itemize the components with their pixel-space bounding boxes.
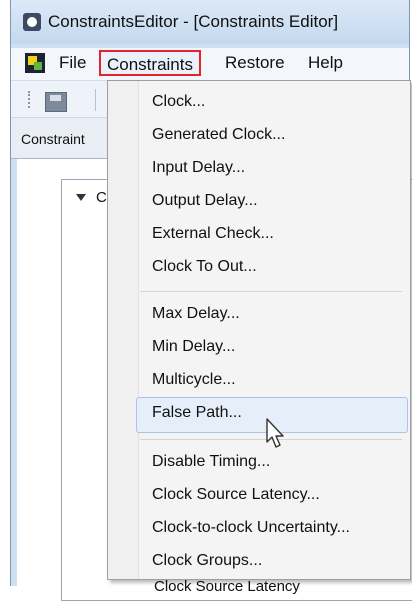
toolbar-grip[interactable] [28, 91, 33, 108]
menu-item-disable-timing[interactable]: Disable Timing... [152, 453, 270, 471]
menu-item-output-delay[interactable]: Output Delay... [152, 192, 258, 210]
menu-constraints[interactable]: Constraints [99, 50, 201, 76]
app-icon[interactable] [23, 13, 41, 31]
menu-item-clock[interactable]: Clock... [152, 93, 205, 111]
menu-item-clock-groups[interactable]: Clock Groups... [152, 552, 262, 570]
title-bar[interactable]: ConstraintsEditor - [Constraints Editor] [11, 0, 409, 44]
menu-item-clock-to-clock-uncertainty[interactable]: Clock-to-clock Uncertainty... [152, 519, 350, 537]
menu-item-clock-to-out[interactable]: Clock To Out... [152, 258, 257, 276]
tree-collapse-icon[interactable] [76, 194, 86, 201]
menu-item-input-delay[interactable]: Input Delay... [152, 159, 245, 177]
constraints-dropdown-menu: Clock... Generated Clock... Input Delay.… [107, 80, 411, 580]
menu-item-external-check[interactable]: External Check... [152, 225, 274, 243]
mouse-cursor-icon [266, 418, 284, 448]
tab-constraints[interactable]: Constraint [21, 131, 85, 147]
menu-item-min-delay[interactable]: Min Delay... [152, 338, 235, 356]
tree-row-partial: Clock Source Latency [154, 578, 300, 595]
menu-restore[interactable]: Restore [225, 53, 285, 73]
menu-item-multicycle[interactable]: Multicycle... [152, 371, 236, 389]
tree-root-label[interactable]: C [96, 189, 107, 206]
window-title: ConstraintsEditor - [Constraints Editor] [48, 12, 339, 31]
menu-item-max-delay[interactable]: Max Delay... [152, 305, 240, 323]
toolbar-separator [95, 89, 96, 111]
menu-icon-gutter [108, 81, 139, 579]
app-logo-icon[interactable] [25, 53, 45, 73]
menu-item-generated-clock[interactable]: Generated Clock... [152, 126, 285, 144]
menu-separator [140, 291, 402, 292]
menu-item-clock-source-latency[interactable]: Clock Source Latency... [152, 486, 320, 504]
menu-item-false-path[interactable]: False Path... [152, 404, 242, 422]
menu-bar: File Constraints Restore Help [11, 48, 409, 81]
menu-file[interactable]: File [59, 53, 86, 73]
save-icon[interactable] [45, 92, 67, 112]
menu-help[interactable]: Help [308, 53, 343, 73]
